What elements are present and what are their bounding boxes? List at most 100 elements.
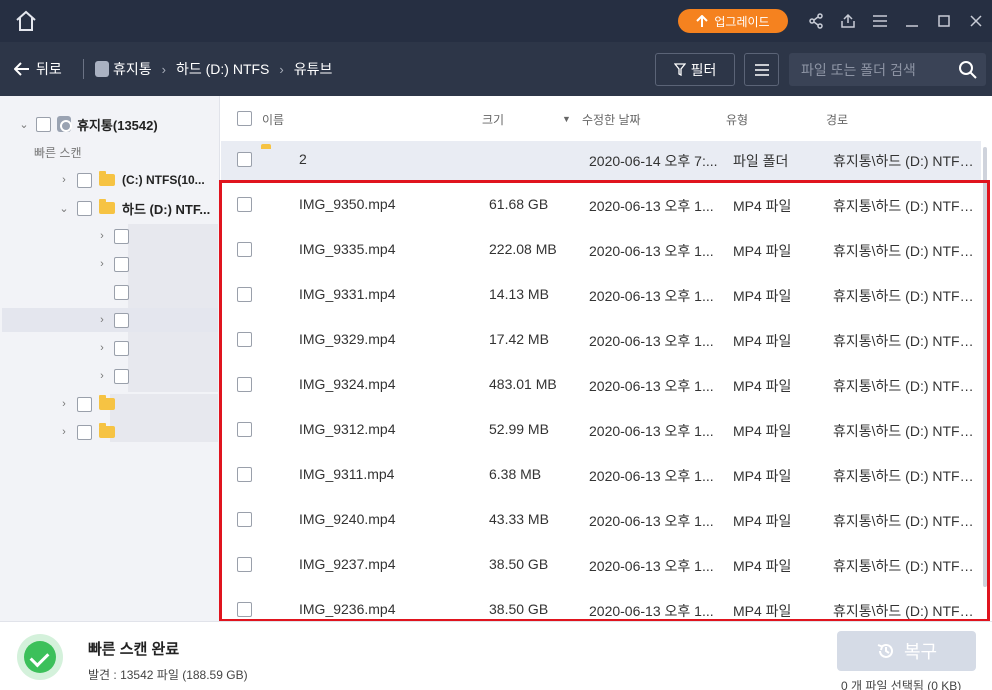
file-type: MP4 파일 [733, 423, 792, 439]
file-type: MP4 파일 [733, 288, 792, 304]
file-path: 휴지통\하드 (D:) NTFS... [833, 468, 978, 484]
file-name: IMG_9237.mp4 [299, 556, 396, 572]
search-icon[interactable] [958, 60, 978, 80]
checkbox[interactable] [77, 396, 92, 412]
share-icon[interactable] [806, 11, 826, 31]
table-row[interactable]: IMG_9311.mp4 6.38 MB 2020-06-13 오후 1... MP4… [221, 452, 981, 497]
file-size: 222.08 MB [489, 241, 557, 257]
file-type: MP4 파일 [733, 468, 792, 484]
row-checkbox[interactable] [237, 557, 252, 572]
export-icon[interactable] [838, 11, 858, 31]
chevron-right-icon[interactable]: › [96, 342, 108, 354]
row-checkbox[interactable] [237, 287, 252, 302]
breadcrumb-item-recycle-bin[interactable]: 휴지통 [113, 59, 152, 79]
file-size: 38.50 GB [489, 601, 549, 617]
table-row[interactable]: IMG_9335.mp4 222.08 MB 2020-06-13 오후 1... M… [221, 227, 981, 272]
table-row[interactable]: IMG_9324.mp4 483.01 MB 2020-06-13 오후 1... M… [221, 362, 981, 407]
row-checkbox[interactable] [237, 197, 252, 212]
chevron-right-icon[interactable]: › [58, 426, 70, 438]
chevron-right-icon[interactable]: › [96, 258, 108, 270]
file-type: MP4 파일 [733, 198, 792, 214]
maximize-icon[interactable] [934, 11, 954, 31]
chevron-right-icon[interactable]: › [96, 314, 108, 326]
table-row[interactable]: 2 2020-06-14 오후 7:... 파일 폴더 휴지통\하드 (D:) NTF… [221, 141, 981, 182]
file-size: 52.99 MB [489, 421, 549, 437]
file-name: 2 [299, 151, 307, 167]
table-row[interactable]: IMG_9331.mp4 14.13 MB 2020-06-13 오후 1... MP… [221, 272, 981, 317]
checkbox[interactable] [77, 200, 92, 216]
table-row[interactable]: IMG_9237.mp4 38.50 GB 2020-06-13 오후 1... MP… [221, 542, 981, 587]
tree-item-label: 하드 (D:) NTF... [122, 201, 211, 217]
hamburger-menu-icon[interactable] [870, 11, 890, 31]
checkbox[interactable] [114, 340, 129, 356]
search-input[interactable] [789, 53, 949, 86]
checkbox[interactable] [114, 368, 129, 384]
upgrade-button[interactable]: 업그레이드 [678, 9, 788, 33]
column-header-modified[interactable]: 수정한 날짜 [582, 111, 641, 128]
breadcrumb-item-folder[interactable]: 유튜브 [294, 59, 333, 79]
recycle-bin-icon [95, 61, 109, 77]
breadcrumb: 휴지통 › 하드 (D:) NTFS › 유튜브 [95, 58, 332, 80]
chevron-right-icon[interactable]: › [96, 370, 108, 382]
file-size: 61.68 GB [489, 196, 549, 212]
table-row[interactable]: IMG_9329.mp4 17.42 MB 2020-06-13 오후 1... MP… [221, 317, 981, 362]
scrollbar[interactable] [981, 141, 989, 611]
file-size: 17.42 MB [489, 331, 549, 347]
checkbox[interactable] [114, 284, 129, 300]
column-header-path[interactable]: 경로 [826, 111, 848, 128]
chevron-down-icon[interactable]: ⌄ [18, 118, 30, 131]
file-type: MP4 파일 [733, 333, 792, 349]
file-name: IMG_9240.mp4 [299, 511, 396, 527]
recover-button[interactable]: 복구 [837, 631, 976, 671]
row-checkbox[interactable] [237, 332, 252, 347]
folder-icon [99, 395, 115, 410]
file-list: 2 2020-06-14 오후 7:... 파일 폴더 휴지통\하드 (D:) NTF… [221, 141, 992, 621]
chevron-right-icon[interactable]: › [58, 398, 70, 410]
table-row[interactable]: IMG_9236.mp4 38.50 GB 2020-06-13 오후 1... MP… [221, 587, 981, 621]
tree-item-recycle-bin[interactable]: ⌄ 휴지통(13542) [18, 110, 236, 138]
scan-status-detail: 발견 : 13542 파일 (188.59 GB) [88, 668, 248, 682]
tree-item-label: (C:) NTFS(10... [122, 173, 205, 187]
file-modified-date: 2020-06-13 오후 1... [589, 468, 714, 484]
checkbox[interactable] [114, 312, 129, 328]
checkbox[interactable] [114, 256, 129, 272]
row-checkbox[interactable] [237, 242, 252, 257]
file-type: MP4 파일 [733, 558, 792, 574]
row-checkbox[interactable] [237, 512, 252, 527]
history-icon [877, 643, 893, 658]
select-all-checkbox[interactable] [237, 111, 252, 126]
chevron-right-icon[interactable]: › [58, 174, 70, 186]
sort-desc-icon[interactable]: ▼ [562, 114, 571, 124]
table-row[interactable]: IMG_9240.mp4 43.33 MB 2020-06-13 오후 1... MP… [221, 497, 981, 542]
table-row[interactable]: IMG_9350.mp4 61.68 GB 2020-06-13 오후 1... MP… [221, 182, 981, 227]
view-list-button[interactable] [744, 53, 779, 86]
file-path: 휴지통\하드 (D:) NTFS... [833, 423, 978, 439]
chevron-right-icon[interactable]: › [96, 230, 108, 242]
back-button[interactable]: 뒤로 [14, 58, 62, 80]
row-checkbox[interactable] [237, 467, 252, 482]
column-header-type[interactable]: 유형 [726, 111, 748, 128]
filter-button[interactable]: 필터 [655, 53, 735, 86]
file-size: 483.01 MB [489, 376, 557, 392]
row-checkbox[interactable] [237, 602, 252, 617]
breadcrumb-item-drive[interactable]: 하드 (D:) NTFS [176, 59, 269, 79]
checkbox[interactable] [77, 172, 92, 188]
file-name: IMG_9329.mp4 [299, 331, 396, 347]
column-header-name[interactable]: 이름 [262, 111, 284, 128]
checkbox[interactable] [77, 424, 92, 440]
table-row[interactable]: IMG_9312.mp4 52.99 MB 2020-06-13 오후 1... MP… [221, 407, 981, 452]
close-icon[interactable] [966, 11, 986, 31]
file-path: 휴지통\하드 (D:) NTFS... [833, 333, 978, 349]
column-header-size[interactable]: 크기 [482, 111, 504, 128]
file-modified-date: 2020-06-13 오후 1... [589, 243, 714, 259]
check-circle-icon [17, 634, 63, 680]
row-checkbox[interactable] [237, 377, 252, 392]
row-checkbox[interactable] [237, 152, 252, 167]
checkbox[interactable] [36, 116, 51, 132]
minimize-icon[interactable] [902, 11, 922, 31]
row-checkbox[interactable] [237, 422, 252, 437]
chevron-down-icon[interactable]: ⌄ [58, 202, 70, 215]
checkbox[interactable] [114, 228, 129, 244]
home-icon[interactable] [14, 10, 38, 32]
recover-label: 복구 [903, 642, 938, 662]
